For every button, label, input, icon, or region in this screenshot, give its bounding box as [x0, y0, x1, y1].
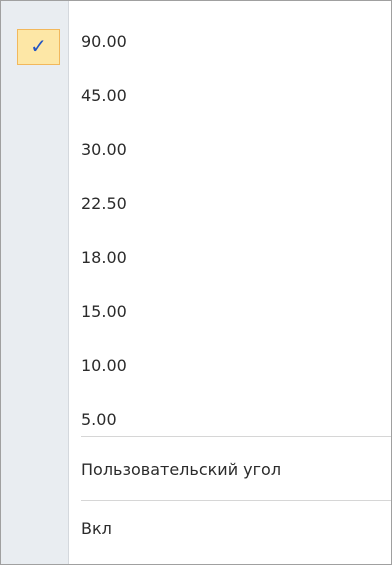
menu-item-22-5[interactable]: 22.50: [1, 177, 391, 231]
menu-item-18[interactable]: 18.00: [1, 231, 391, 285]
menu-item-30[interactable]: 30.00: [1, 123, 391, 177]
menu-item-10[interactable]: 10.00: [1, 339, 391, 393]
menu-item-custom-angle[interactable]: Пользовательский угол: [1, 443, 391, 497]
checkmark-icon: ✓: [17, 29, 60, 65]
menu-item-on[interactable]: Вкл: [1, 502, 391, 556]
menu-item-label: 45.00: [81, 86, 127, 105]
menu-item-label: Вкл: [81, 519, 112, 538]
menu-item-label: 22.50: [81, 194, 127, 213]
menu-item-label: 30.00: [81, 140, 127, 159]
menu-item-label: 15.00: [81, 302, 127, 321]
menu-item-label: 18.00: [81, 248, 127, 267]
rotation-angle-menu: ✓ 90.00 45.00 30.00 22.50 18.00 15.00 10…: [0, 0, 392, 565]
menu-item-15[interactable]: 15.00: [1, 285, 391, 339]
menu-separator: [81, 436, 391, 437]
menu-item-label: 10.00: [81, 356, 127, 375]
menu-item-45[interactable]: 45.00: [1, 69, 391, 123]
menu-item-90[interactable]: ✓ 90.00: [1, 15, 391, 69]
menu-separator: [81, 500, 391, 501]
menu-item-5[interactable]: 5.00: [1, 393, 391, 447]
menu-item-label: 90.00: [81, 32, 127, 51]
menu-item-label: Пользовательский угол: [81, 460, 282, 479]
menu-item-label: 5.00: [81, 410, 117, 429]
